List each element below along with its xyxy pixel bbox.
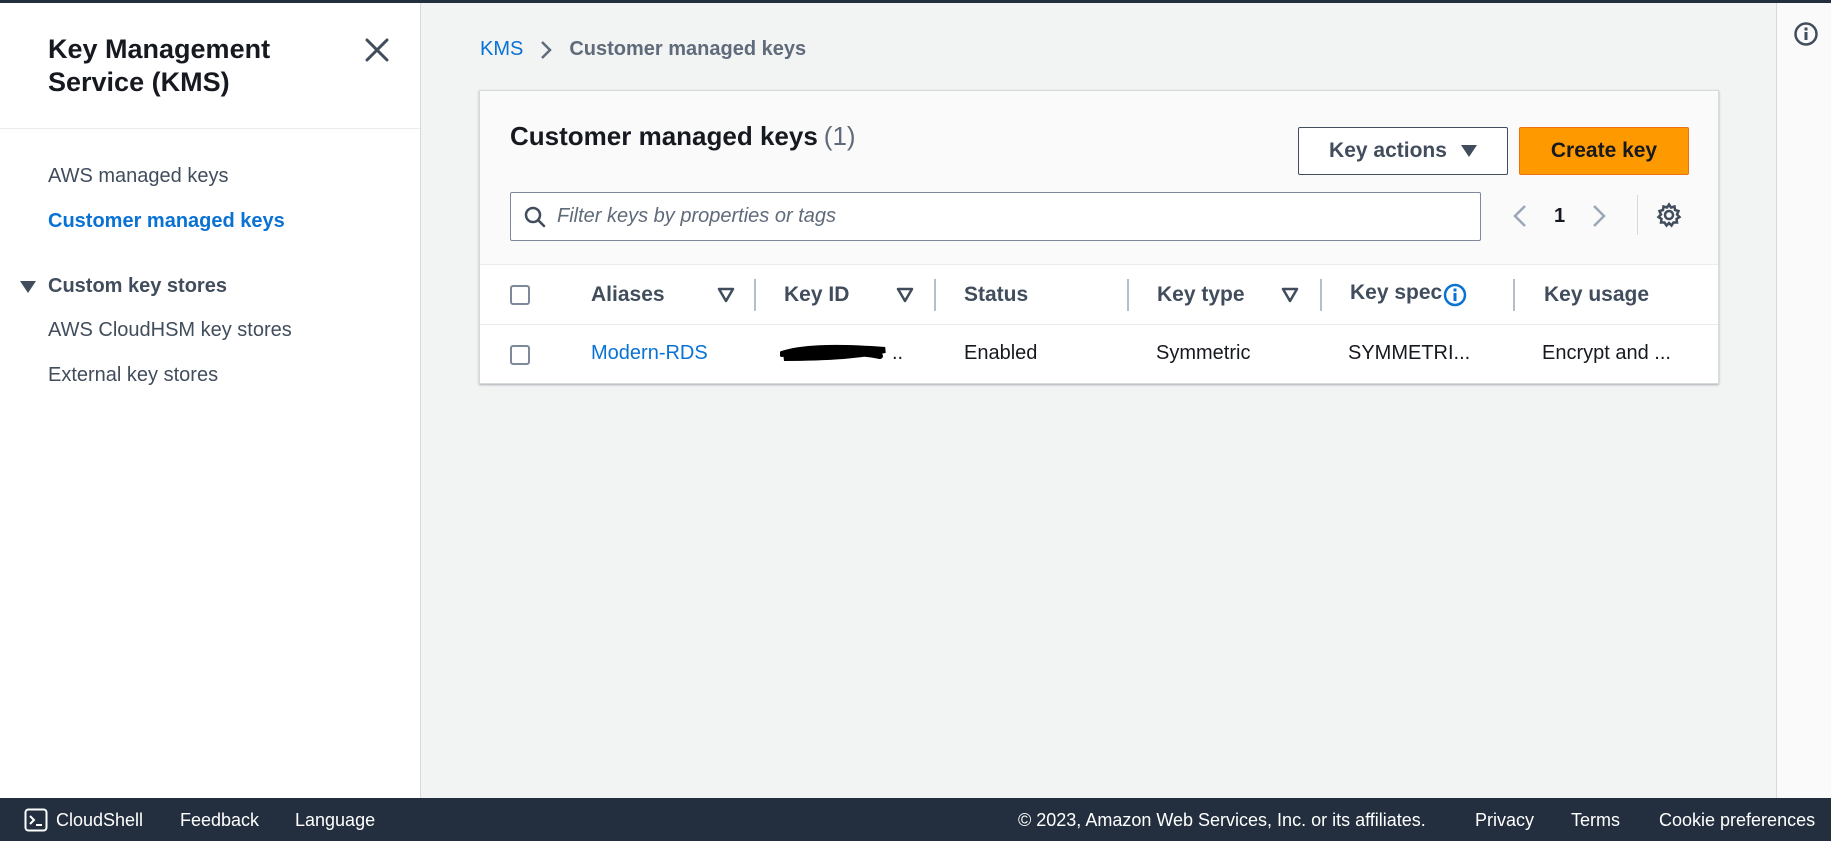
container-title-text: Customer managed keys <box>510 121 818 151</box>
breadcrumb-current: Customer managed keys <box>569 38 807 60</box>
key-actions-label: Key actions <box>1329 139 1447 162</box>
nav-item-customer-managed-keys[interactable]: Customer managed keys <box>48 210 285 233</box>
sort-descending-icon[interactable] <box>1281 287 1299 303</box>
info-icon[interactable] <box>1793 21 1819 47</box>
copyright-text: © 2023, Amazon Web Services, Inc. or its… <box>1018 810 1426 830</box>
privacy-link[interactable]: Privacy <box>1475 810 1534 831</box>
nav-item-external-key-stores[interactable]: External key stores <box>48 364 218 387</box>
column-divider[interactable] <box>934 279 936 311</box>
row-checkbox[interactable] <box>510 345 530 365</box>
breadcrumb-kms[interactable]: KMS <box>480 38 523 61</box>
column-divider[interactable] <box>1513 279 1515 311</box>
container-header: Customer managed keys (1) Key actions Cre… <box>480 91 1718 265</box>
column-divider[interactable] <box>1320 279 1322 311</box>
sidebar-header: Key Management Service (KMS) <box>48 33 328 99</box>
alias-link[interactable]: Modern-RDS <box>591 342 708 365</box>
pager-divider <box>1637 195 1638 235</box>
column-divider[interactable] <box>754 279 756 311</box>
sidebar-title[interactable]: Key Management Service (KMS) <box>48 33 328 99</box>
nav-section-label: Custom key stores <box>48 275 227 297</box>
side-navigation: Key Management Service (KMS) AWS managed… <box>0 3 421 798</box>
sort-descending-icon[interactable] <box>717 287 735 303</box>
filter-box <box>510 192 1481 241</box>
key-usage-value: Encrypt and ... <box>1542 342 1671 364</box>
keys-table-container: Customer managed keys (1) Key actions Cre… <box>479 90 1719 384</box>
key-type-value: Symmetric <box>1156 342 1251 364</box>
select-all-checkbox[interactable] <box>510 285 530 305</box>
search-icon <box>524 206 546 227</box>
console-footer: CloudShell Feedback Language © 2023, Ama… <box>0 798 1831 841</box>
sidebar-divider <box>0 128 420 129</box>
cloudshell-icon[interactable] <box>24 808 48 832</box>
table-row: Modern-RDS .. Enabled Symmetric SYMMETRI… <box>480 326 1718 384</box>
breadcrumb: KMS Customer managed keys <box>480 38 806 61</box>
column-header-aliases[interactable]: Aliases <box>591 283 665 307</box>
nav-item-aws-managed-keys[interactable]: AWS managed keys <box>48 165 228 188</box>
create-key-button[interactable]: Create key <box>1519 127 1689 175</box>
cloudshell-link[interactable]: CloudShell <box>56 810 143 831</box>
sort-descending-icon[interactable] <box>896 287 914 303</box>
nav-item-cloudhsm-key-stores[interactable]: AWS CloudHSM key stores <box>48 319 292 342</box>
column-header-key-spec[interactable]: Key spec <box>1350 281 1442 305</box>
info-icon[interactable] <box>1443 283 1467 307</box>
language-link[interactable]: Language <box>295 810 375 831</box>
caret-down-icon <box>20 280 36 293</box>
close-icon[interactable] <box>363 36 391 64</box>
page-number[interactable]: 1 <box>1554 205 1565 228</box>
key-actions-button[interactable]: Key actions <box>1298 127 1508 175</box>
column-header-key-usage[interactable]: Key usage <box>1544 283 1649 307</box>
tools-rail <box>1776 3 1831 798</box>
terms-link[interactable]: Terms <box>1571 810 1620 831</box>
key-id-value[interactable]: .. <box>892 342 903 365</box>
key-count: (1) <box>823 121 856 151</box>
cookie-preferences-link[interactable]: Cookie preferences <box>1659 810 1815 831</box>
key-spec-value: SYMMETRI... <box>1348 342 1471 364</box>
pagination: 1 <box>1510 199 1609 233</box>
status-value: Enabled <box>964 342 1038 364</box>
column-header-status[interactable]: Status <box>964 283 1028 307</box>
redaction-mark <box>780 344 886 361</box>
column-divider[interactable] <box>1127 279 1129 311</box>
chevron-right-icon <box>541 40 553 59</box>
chevron-left-icon[interactable] <box>1510 202 1530 230</box>
feedback-link[interactable]: Feedback <box>180 810 259 831</box>
page-title: Customer managed keys (1) <box>510 121 856 152</box>
filter-input[interactable] <box>557 193 1480 240</box>
column-header-key-id[interactable]: Key ID <box>784 283 849 307</box>
settings-gear-icon[interactable] <box>1656 202 1682 228</box>
column-header-key-type[interactable]: Key type <box>1157 283 1245 307</box>
table-header-row: Aliases Key ID Status Key type Key spec … <box>480 265 1718 325</box>
caret-down-icon <box>1460 145 1477 157</box>
chevron-right-icon[interactable] <box>1589 202 1609 230</box>
nav-section-custom-key-stores[interactable]: Custom key stores <box>20 275 227 298</box>
